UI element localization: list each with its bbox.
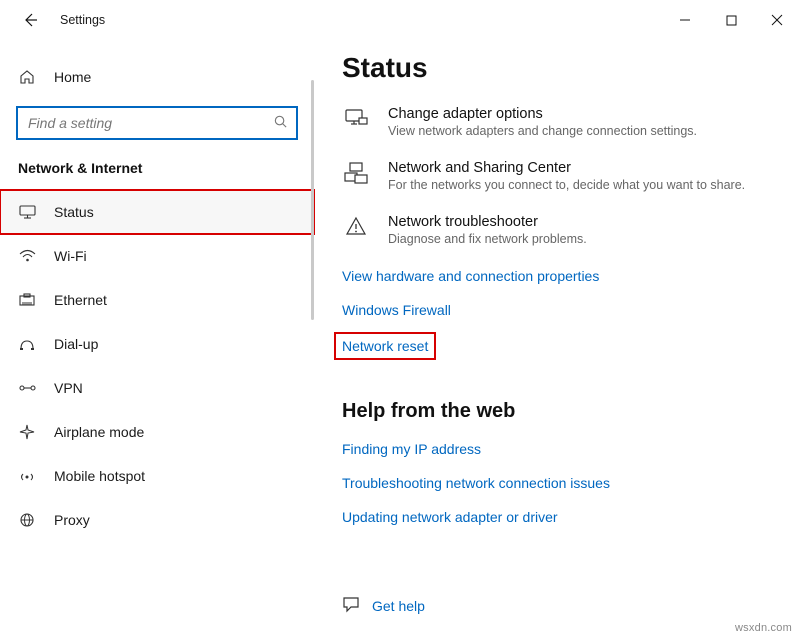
get-help-label: Get help [372, 598, 425, 614]
get-help[interactable]: Get help [342, 595, 425, 616]
wifi-icon [18, 249, 36, 263]
back-button[interactable] [18, 12, 42, 28]
status-icon [18, 205, 36, 219]
help-link-ip[interactable]: Finding my IP address [342, 441, 790, 457]
minimize-button[interactable] [662, 4, 708, 36]
watermark: wsxdn.com [735, 622, 792, 634]
link-windows-firewall[interactable]: Windows Firewall [342, 302, 790, 318]
proxy-icon [18, 512, 36, 528]
search-input[interactable] [28, 115, 273, 131]
close-button[interactable] [754, 4, 800, 36]
sharing-icon [342, 160, 370, 188]
sidebar-item-status[interactable]: Status [0, 190, 314, 234]
warning-icon [342, 214, 370, 242]
sidebar-item-label: Dial-up [54, 336, 98, 352]
link-network-reset[interactable]: Network reset [336, 334, 434, 358]
content-pane: Status Change adapter options View netwo… [314, 40, 800, 638]
sidebar-item-ethernet[interactable]: Ethernet [0, 278, 314, 322]
sidebar-item-label: Ethernet [54, 292, 107, 308]
adapter-icon [342, 106, 370, 134]
sidebar-item-wifi[interactable]: Wi-Fi [0, 234, 314, 278]
minimize-icon [679, 14, 691, 26]
link-hardware-properties[interactable]: View hardware and connection properties [342, 268, 790, 284]
search-icon [273, 114, 288, 132]
sidebar-item-label: Proxy [54, 512, 90, 528]
option-title: Network troubleshooter [388, 214, 587, 230]
help-heading: Help from the web [342, 400, 790, 423]
option-desc: For the networks you connect to, decide … [388, 178, 745, 192]
vpn-icon [18, 382, 36, 394]
sidebar-item-proxy[interactable]: Proxy [0, 498, 314, 542]
home-icon [18, 69, 36, 85]
sidebar-item-vpn[interactable]: VPN [0, 366, 314, 410]
sidebar-home-label: Home [54, 69, 91, 85]
airplane-icon [18, 424, 36, 440]
maximize-icon [726, 15, 737, 26]
help-link-troubleshoot[interactable]: Troubleshooting network connection issue… [342, 475, 790, 491]
sidebar-item-label: VPN [54, 380, 83, 396]
sidebar: Home Network & Internet Status [0, 40, 314, 638]
close-icon [771, 14, 783, 26]
sidebar-item-dialup[interactable]: Dial-up [0, 322, 314, 366]
sidebar-item-hotspot[interactable]: Mobile hotspot [0, 454, 314, 498]
option-title: Network and Sharing Center [388, 160, 745, 176]
sidebar-item-label: Mobile hotspot [54, 468, 145, 484]
dialup-icon [18, 337, 36, 351]
option-desc: View network adapters and change connect… [388, 124, 697, 138]
sidebar-item-label: Wi-Fi [54, 248, 87, 264]
title-bar: Settings [0, 0, 800, 40]
window-title: Settings [60, 13, 105, 27]
chat-icon [342, 595, 360, 616]
option-desc: Diagnose and fix network problems. [388, 232, 587, 246]
help-link-update-adapter[interactable]: Updating network adapter or driver [342, 509, 790, 525]
page-title: Status [342, 52, 790, 84]
option-title: Change adapter options [388, 106, 697, 122]
sidebar-home[interactable]: Home [0, 58, 314, 96]
option-troubleshoot[interactable]: Network troubleshooter Diagnose and fix … [342, 214, 790, 246]
search-box[interactable] [16, 106, 298, 140]
hotspot-icon [18, 469, 36, 483]
option-sharing[interactable]: Network and Sharing Center For the netwo… [342, 160, 790, 192]
maximize-button[interactable] [708, 4, 754, 36]
option-adapter[interactable]: Change adapter options View network adap… [342, 106, 790, 138]
sidebar-section-heading: Network & Internet [0, 156, 314, 190]
sidebar-item-airplane[interactable]: Airplane mode [0, 410, 314, 454]
arrow-left-icon [22, 12, 38, 28]
sidebar-item-label: Status [54, 204, 94, 220]
ethernet-icon [18, 293, 36, 307]
sidebar-item-label: Airplane mode [54, 424, 144, 440]
